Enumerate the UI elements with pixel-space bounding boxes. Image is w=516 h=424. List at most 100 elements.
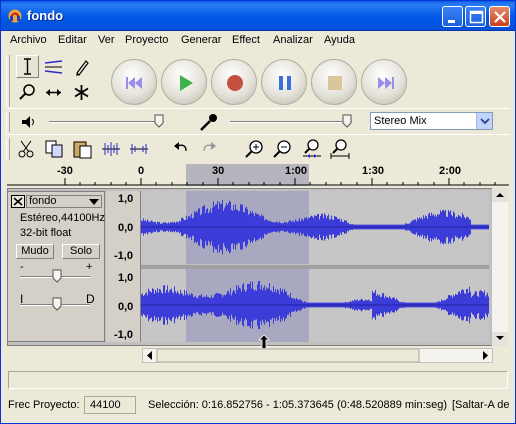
menu-ver[interactable]: Ver: [98, 34, 115, 46]
ruler-tick-label: 30: [212, 165, 225, 177]
record-button[interactable]: [211, 59, 257, 105]
input-source-value: Stereo Mix: [374, 115, 427, 127]
skip-start-icon: [126, 77, 142, 89]
menu-editar[interactable]: Editar: [58, 34, 87, 46]
menu-effect[interactable]: Effect: [232, 34, 260, 46]
toolbar-grip[interactable]: [6, 55, 10, 107]
minimize-button[interactable]: [442, 6, 463, 27]
timeline-ruler[interactable]: -30 0 30 1:00 1:30 2:00: [1, 164, 515, 186]
stop-button[interactable]: [311, 59, 357, 105]
zoom-out-icon: [273, 140, 291, 158]
horizontal-scrollbar[interactable]: [142, 348, 493, 363]
audacity-app-icon: [8, 9, 22, 23]
zoom-in-icon: [245, 140, 263, 158]
output-volume-thumb[interactable]: [154, 114, 164, 128]
multi-tool-button[interactable]: [70, 81, 93, 104]
envelope-tool-icon: [44, 60, 63, 74]
waveform-right-channel[interactable]: [141, 269, 489, 342]
project-rate-value: 44100: [90, 399, 121, 411]
triangle-down-icon: [89, 199, 99, 205]
select-tool-button[interactable]: [16, 55, 39, 78]
zoom-tool-button[interactable]: [16, 81, 39, 104]
ruler-tick-label: 1:00: [285, 165, 308, 177]
scale-bottom-label: -1,0: [114, 250, 133, 262]
trim-button[interactable]: [99, 138, 123, 160]
gain-plus-label: +: [86, 261, 93, 273]
silence-icon: [130, 144, 148, 154]
pause-button[interactable]: [261, 59, 307, 105]
timeshift-tool-button[interactable]: [42, 81, 65, 104]
paste-button[interactable]: [71, 138, 95, 160]
mixer-grip[interactable]: [6, 112, 10, 132]
mute-button[interactable]: Mudo: [16, 244, 54, 259]
horizontal-scrollbar-arrows: [147, 348, 488, 363]
output-volume-track[interactable]: [49, 121, 164, 123]
redo-icon: [203, 142, 216, 152]
title-bar: fondo: [1, 1, 515, 31]
fit-selection-button[interactable]: [299, 138, 323, 160]
toolbar-divider-2: [6, 134, 510, 135]
undo-button[interactable]: [169, 138, 193, 160]
maximize-button[interactable]: [465, 6, 486, 27]
draw-tool-button[interactable]: [70, 55, 93, 78]
input-volume-track[interactable]: [230, 121, 352, 123]
close-button[interactable]: [489, 6, 510, 27]
menu-archivo[interactable]: Archivo: [10, 34, 47, 46]
fit-project-icon: [330, 139, 350, 159]
microphone-icon: [200, 114, 217, 131]
ruler-tick-label: 2:00: [439, 165, 462, 177]
skip-start-button[interactable]: [111, 59, 157, 105]
menu-analizar[interactable]: Analizar: [273, 34, 313, 46]
gain-slider-thumb[interactable]: [52, 269, 62, 283]
zoom-in-button[interactable]: [243, 138, 267, 160]
track-name-menu[interactable]: fondo: [26, 195, 102, 208]
copy-button[interactable]: [43, 138, 67, 160]
play-button[interactable]: [161, 59, 207, 105]
project-rate-field[interactable]: 44100: [84, 396, 136, 414]
menu-ayuda[interactable]: Ayuda: [324, 34, 355, 46]
ruler-tick-label: -30: [57, 165, 73, 177]
trim-icon: [102, 142, 120, 156]
track-close-icon[interactable]: [11, 195, 25, 208]
stop-icon: [328, 76, 342, 90]
envelope-tool-button[interactable]: [42, 55, 65, 78]
zoom-out-button[interactable]: [271, 138, 295, 160]
snap-to-readout: [Saltar-A de: [452, 399, 510, 411]
chevron-down-icon[interactable]: [476, 113, 492, 129]
toolbar-divider: [6, 108, 510, 109]
close-icon: [494, 11, 506, 23]
menu-proyecto[interactable]: Proyecto: [125, 34, 168, 46]
silence-button[interactable]: [127, 138, 151, 160]
input-volume-thumb[interactable]: [342, 114, 352, 128]
fit-project-button[interactable]: [327, 138, 351, 160]
skip-end-button[interactable]: [361, 59, 407, 105]
gain-minus-label: -: [20, 261, 24, 273]
magnifier-icon: [19, 84, 35, 100]
selection-readout: Selección: 0:16.852756 - 1:05.373645 (0:…: [148, 399, 448, 411]
scale-mid-label: 0,0: [118, 301, 134, 313]
speaker-icon: [22, 116, 34, 128]
redo-button[interactable]: [197, 138, 221, 160]
edit-grip[interactable]: [6, 138, 10, 160]
pan-slider-thumb[interactable]: [52, 297, 62, 311]
track-control-panel: fondo Estéreo,44100Hz 32-bit float Mudo …: [7, 191, 105, 342]
vertical-scrollbar[interactable]: [492, 188, 508, 346]
cut-button[interactable]: [15, 138, 39, 160]
skip-end-icon: [378, 77, 394, 89]
menu-generar[interactable]: Generar: [181, 34, 221, 46]
record-icon: [227, 75, 243, 91]
track-rate: Estéreo,44100Hz: [20, 212, 105, 224]
minimize-icon: [448, 20, 455, 23]
input-source-select[interactable]: Stereo Mix: [370, 112, 493, 130]
asterisk-icon: [74, 85, 89, 100]
window-title: fondo: [27, 8, 64, 23]
waveform-left-channel[interactable]: [141, 191, 489, 264]
scale-top-label: 1,0: [118, 272, 134, 284]
project-rate-label: Frec Proyecto:: [8, 399, 80, 411]
fit-selection-icon: [303, 139, 321, 158]
pause-icon: [279, 76, 291, 90]
waveform-left: [141, 191, 489, 264]
vertical-ruler[interactable]: [106, 191, 141, 342]
pencil-icon: [76, 60, 89, 76]
solo-button[interactable]: Solo: [62, 244, 100, 259]
